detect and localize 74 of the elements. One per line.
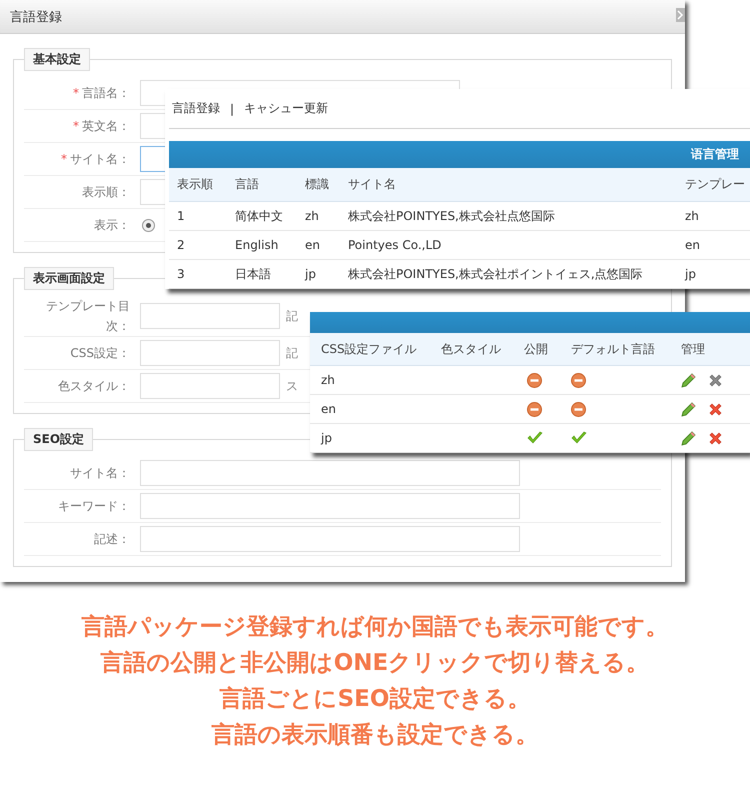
window-title: 言語登録 (10, 8, 62, 26)
field-label: * サイト名： (60, 151, 131, 168)
section-legend: SEO設定 (24, 428, 94, 451)
field-label: サイト名： (69, 465, 131, 482)
minus-circle-icon[interactable] (527, 372, 542, 388)
caption-line: 言語の公開と非公開はONEクリックで切り替える。 (100, 649, 650, 678)
table-cell-text: jp (684, 267, 697, 281)
register-link[interactable]: 言語登録 (172, 100, 220, 117)
table-cell-text: 株式会社POINTYES,株式会社点悠国际 (347, 208, 556, 224)
caption-line: 言語の表示順番も設定できる。 (212, 721, 538, 750)
caption-line: 言語パッケージ登録すれば何か国語でも表示可能です。 (82, 613, 668, 642)
table-cell-text: 1 (176, 209, 186, 223)
field-label: * 言語名： (72, 85, 131, 102)
field-hint: 記 (286, 308, 298, 324)
minus-circle-icon[interactable] (571, 372, 586, 388)
input-field[interactable] (140, 493, 520, 519)
column-header: サイト名 (347, 176, 397, 193)
minus-circle-icon[interactable] (571, 402, 586, 416)
section-legend: 基本設定 (24, 48, 90, 71)
section-legend: 表示画面設定 (24, 267, 114, 290)
banner-title: 语言管理 (691, 146, 739, 163)
field-label: * 英文名： (72, 118, 131, 135)
table-cell-text: zh (320, 373, 336, 387)
table-cell-text: zh (684, 209, 700, 223)
cache-refresh-link[interactable]: キャシュー更新 (244, 100, 328, 117)
close-icon[interactable] (676, 8, 685, 22)
field-label: CSS設定： (69, 345, 131, 362)
table-cell-text: English (234, 238, 280, 252)
table-cell-text: zh (304, 209, 320, 223)
column-header: 言語 (234, 176, 260, 193)
column-header: デフォルト言語 (570, 340, 656, 358)
field-label: 色スタイル： (57, 378, 131, 395)
field-label: 記述： (93, 531, 131, 548)
input-field[interactable] (140, 373, 280, 399)
table-cell-text: en (304, 238, 321, 252)
table-cell-text: 2 (176, 238, 186, 252)
field-label: キーワード： (57, 498, 131, 515)
table-cell-text: en (320, 402, 337, 416)
column-header: 標識 (304, 176, 330, 193)
table-cell-text: 日本語 (234, 266, 272, 282)
column-header: 管理 (680, 340, 706, 358)
field-hint: 記 (286, 344, 298, 362)
input-field[interactable] (140, 303, 280, 329)
column-header: 色スタイル (440, 340, 502, 358)
column-header: CSS設定ファイル (320, 340, 418, 358)
table-cell-text: 株式会社POINTYES,株式会社ポイントイェス,点悠国际 (347, 266, 644, 282)
table-cell-text: jp (304, 267, 317, 281)
check-icon[interactable] (571, 431, 587, 445)
column-header: テンプレー (684, 176, 746, 193)
input-field[interactable] (140, 460, 520, 486)
field-label: 表示順： (81, 184, 131, 201)
link-separator: | (230, 102, 234, 116)
input-field[interactable] (140, 340, 280, 366)
table-cell-text: Pointyes Co.,LD (347, 238, 442, 252)
field-label: テンプレート目次： (45, 298, 131, 335)
pencil-icon[interactable] (681, 372, 696, 388)
radio-button[interactable] (142, 218, 155, 232)
pencil-icon[interactable] (681, 402, 696, 416)
field-hint: ス (286, 378, 298, 394)
table-cell-text: en (684, 238, 701, 252)
check-icon[interactable] (527, 431, 543, 445)
column-header: 公開 (523, 340, 549, 358)
caption-line: 言語ごとにSEO設定できる。 (220, 685, 530, 714)
delete-icon[interactable] (708, 372, 723, 388)
delete-icon[interactable] (708, 402, 723, 416)
table-cell-text: 简体中文 (234, 208, 284, 224)
table-cell-text: 3 (176, 267, 186, 281)
minus-circle-icon[interactable] (527, 402, 542, 416)
column-header: 表示順 (176, 176, 214, 193)
table-cell-text: jp (320, 431, 333, 445)
pencil-icon[interactable] (681, 430, 696, 446)
input-field[interactable] (140, 526, 520, 552)
delete-icon[interactable] (708, 430, 723, 446)
field-label: 表示： (93, 217, 131, 234)
